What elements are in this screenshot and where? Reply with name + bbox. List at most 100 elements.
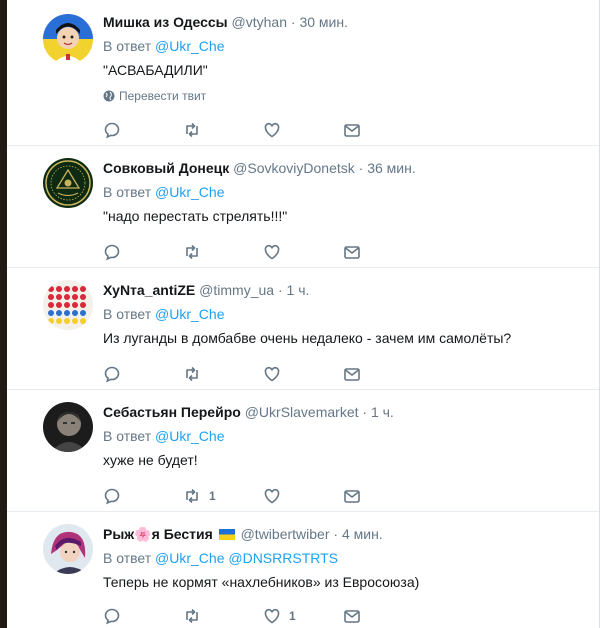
author-handle[interactable]: @twibertwiber bbox=[241, 526, 330, 542]
tweet-item[interactable]: Мишка из Одессы @vtyhan · 30 мин. В отве… bbox=[7, 0, 599, 146]
like-icon bbox=[264, 244, 280, 260]
ukraine-flag-icon bbox=[218, 529, 235, 540]
like-count: 1 bbox=[289, 609, 296, 623]
retweet-icon bbox=[186, 366, 198, 382]
retweet-button[interactable] bbox=[183, 364, 263, 384]
reply-button[interactable] bbox=[103, 364, 183, 384]
avatar[interactable] bbox=[43, 524, 93, 574]
retweet-button[interactable] bbox=[183, 120, 263, 140]
reply-context: В ответ @Ukr_Che bbox=[103, 304, 589, 324]
tweet-header: ХуNта_antiZE @timmy_ua · 1 ч. bbox=[103, 280, 589, 300]
author-name[interactable]: ХуNта_antiZE bbox=[103, 282, 195, 298]
translate-link[interactable]: Перевести твит bbox=[103, 89, 589, 103]
reply-icon bbox=[104, 122, 120, 139]
tweet-text: Теперь не кормят «нахлебников» из Евросо… bbox=[103, 574, 420, 590]
dm-button[interactable] bbox=[343, 242, 423, 262]
avatar-image bbox=[43, 158, 93, 208]
reply-button[interactable] bbox=[103, 606, 183, 626]
separator: · bbox=[333, 526, 339, 542]
author-handle[interactable]: @SovkoviyDonetsk bbox=[233, 160, 355, 176]
timestamp[interactable]: 4 мин. bbox=[342, 526, 383, 542]
tweet-header: Себастьян Перейро @UkrSlavemarket · 1 ч. bbox=[103, 402, 589, 422]
like-button[interactable] bbox=[263, 242, 343, 262]
reply-label: В ответ bbox=[103, 306, 152, 322]
tweet-text: "надо перестать стрелять!!!" bbox=[103, 208, 288, 224]
reply-context: В ответ @Ukr_Che bbox=[103, 36, 589, 56]
mention-link[interactable]: @Ukr_Che @DNSRRSTRTS bbox=[155, 550, 338, 566]
dm-button[interactable] bbox=[343, 486, 423, 506]
avatar[interactable] bbox=[43, 158, 93, 208]
tweet-actions bbox=[103, 120, 423, 140]
tweet-item[interactable]: ХуNта_antiZE @timmy_ua · 1 ч. В ответ @U… bbox=[7, 268, 599, 390]
retweet-button[interactable] bbox=[183, 242, 263, 262]
retweet-icon bbox=[186, 122, 198, 138]
reply-label: В ответ bbox=[103, 428, 152, 444]
author-name[interactable]: Мишка из Одессы bbox=[103, 14, 228, 30]
reply-button[interactable] bbox=[103, 242, 183, 262]
mention-link[interactable]: @Ukr_Che bbox=[155, 428, 224, 444]
mention-link[interactable]: @Ukr_Che bbox=[155, 38, 224, 54]
avatar[interactable] bbox=[43, 14, 93, 64]
tweet-actions: 1 bbox=[103, 486, 423, 506]
author-name[interactable]: Рыж🌸я Бестия bbox=[103, 526, 213, 542]
like-button[interactable] bbox=[263, 364, 343, 384]
dm-button[interactable] bbox=[343, 364, 423, 384]
reply-feed: Мишка из Одессы @vtyhan · 30 мин. В отве… bbox=[7, 0, 599, 628]
author-handle[interactable]: @vtyhan bbox=[232, 14, 287, 30]
dm-button[interactable] bbox=[343, 606, 423, 626]
retweet-count: 1 bbox=[209, 489, 216, 503]
reply-icon bbox=[104, 608, 120, 625]
author-name-part: я Бестия bbox=[151, 526, 213, 542]
like-icon bbox=[264, 608, 280, 624]
timestamp[interactable]: 1 ч. bbox=[287, 282, 310, 298]
tweet-actions bbox=[103, 364, 423, 384]
tweet-text: Из луганды в домбабве очень недалеко - з… bbox=[103, 330, 512, 346]
tweet-header: Мишка из Одессы @vtyhan · 30 мин. bbox=[103, 12, 589, 32]
timestamp[interactable]: 36 мин. bbox=[367, 160, 416, 176]
retweet-icon bbox=[186, 488, 198, 504]
retweet-icon bbox=[186, 244, 198, 260]
mention-link[interactable]: @Ukr_Che bbox=[155, 306, 224, 322]
tweet-item[interactable]: Рыж🌸я Бестия @twibertwiber · 4 мин. В от… bbox=[7, 512, 599, 628]
tweet-text: "АСВАБАДИЛИ" bbox=[103, 62, 208, 78]
avatar[interactable] bbox=[43, 280, 93, 330]
like-button[interactable] bbox=[263, 120, 343, 140]
background-edge bbox=[0, 0, 7, 628]
timestamp[interactable]: 30 мин. bbox=[299, 14, 348, 30]
retweet-button[interactable] bbox=[183, 606, 263, 626]
avatar-image bbox=[43, 524, 93, 574]
avatar-image bbox=[43, 280, 93, 330]
dm-icon bbox=[344, 124, 360, 137]
like-icon bbox=[264, 122, 280, 138]
retweet-button[interactable]: 1 bbox=[183, 486, 263, 506]
translate-label[interactable]: Перевести твит bbox=[119, 89, 206, 103]
reply-context: В ответ @Ukr_Che @DNSRRSTRTS bbox=[103, 548, 589, 568]
author-name[interactable]: Совковый Донецк bbox=[103, 160, 229, 176]
reply-icon bbox=[104, 366, 120, 383]
tweet-header: Рыж🌸я Бестия @twibertwiber · 4 мин. bbox=[103, 524, 589, 544]
tweet-item[interactable]: Совковый Донецк @SovkoviyDonetsk · 36 ми… bbox=[7, 146, 599, 268]
reply-button[interactable] bbox=[103, 486, 183, 506]
like-button[interactable] bbox=[263, 486, 343, 506]
dm-icon bbox=[344, 246, 360, 259]
author-handle[interactable]: @UkrSlavemarket bbox=[245, 404, 359, 420]
flower-emoji: 🌸 bbox=[134, 526, 152, 542]
author-handle[interactable]: @timmy_ua bbox=[199, 282, 274, 298]
avatar[interactable] bbox=[43, 402, 93, 452]
mention-link[interactable]: @Ukr_Che bbox=[155, 184, 224, 200]
dm-icon bbox=[344, 368, 360, 381]
like-icon bbox=[264, 488, 280, 504]
reply-icon bbox=[104, 488, 120, 505]
author-name-part: Рыж bbox=[103, 526, 135, 542]
avatar-image bbox=[43, 402, 93, 452]
timestamp[interactable]: 1 ч. bbox=[371, 404, 394, 420]
dm-button[interactable] bbox=[343, 120, 423, 140]
separator: · bbox=[362, 404, 368, 420]
tweet-text: хуже не будет! bbox=[103, 452, 198, 468]
like-button[interactable]: 1 bbox=[263, 606, 343, 626]
reply-button[interactable] bbox=[103, 120, 183, 140]
tweet-item[interactable]: Себастьян Перейро @UkrSlavemarket · 1 ч.… bbox=[7, 390, 599, 512]
like-icon bbox=[264, 366, 280, 382]
author-name[interactable]: Себастьян Перейро bbox=[103, 404, 241, 420]
globe-icon bbox=[103, 90, 115, 102]
